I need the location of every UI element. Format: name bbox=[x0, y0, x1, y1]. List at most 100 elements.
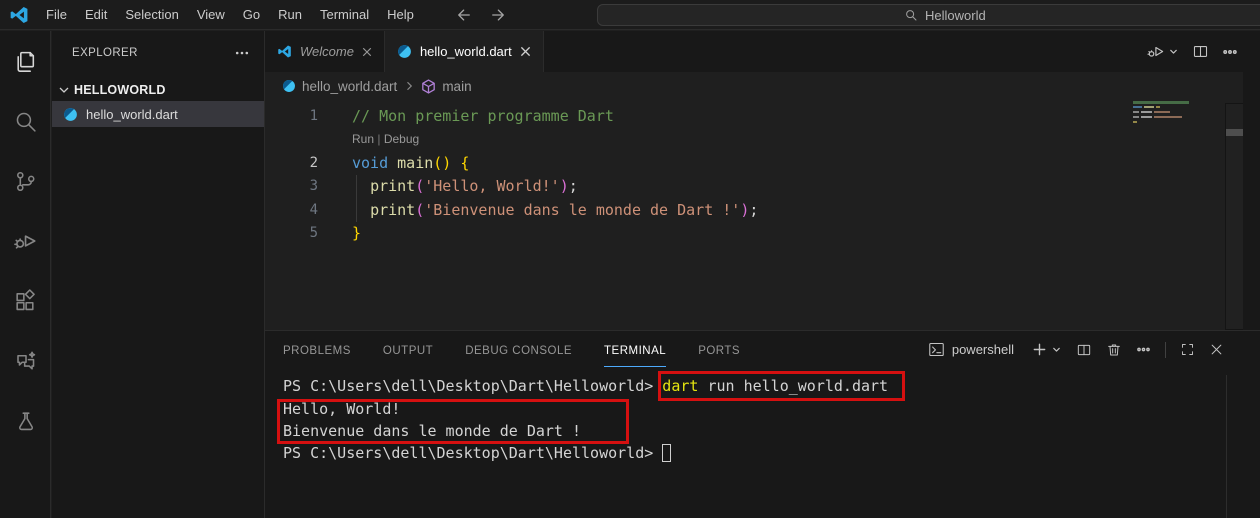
minimap[interactable] bbox=[1133, 101, 1203, 125]
shell-name: powershell bbox=[951, 342, 1014, 357]
menu-selection[interactable]: Selection bbox=[116, 7, 187, 22]
code-token: void bbox=[352, 153, 389, 172]
explorer-more-actions-icon[interactable] bbox=[234, 45, 250, 61]
panel-tab-ports[interactable]: PORTS bbox=[698, 336, 740, 367]
activity-run-debug-icon[interactable] bbox=[0, 211, 51, 271]
menu-file[interactable]: File bbox=[37, 7, 76, 22]
menu-help[interactable]: Help bbox=[378, 7, 423, 22]
terminal-text: dart bbox=[662, 377, 699, 396]
editor-scrollbar[interactable] bbox=[1225, 103, 1243, 330]
activity-chat-icon[interactable] bbox=[0, 331, 51, 391]
menu-run[interactable]: Run bbox=[269, 7, 311, 22]
indent-guide bbox=[356, 175, 357, 222]
terminal-text: run hello_world.dart bbox=[698, 377, 889, 396]
scrollbar-thumb[interactable] bbox=[1226, 129, 1243, 136]
activity-extensions-icon[interactable] bbox=[0, 271, 51, 331]
dart-file-icon bbox=[398, 45, 411, 58]
code-token: // Mon premier programme Dart bbox=[352, 106, 614, 125]
codelens-debug[interactable]: Debug bbox=[384, 132, 419, 146]
code-token: main bbox=[397, 153, 434, 172]
code-token: ( bbox=[415, 200, 425, 219]
code-text: void main() { bbox=[318, 154, 469, 172]
panel-tab-terminal[interactable]: TERMINAL bbox=[604, 336, 667, 367]
plus-icon bbox=[1033, 343, 1046, 356]
breadcrumb: hello_world.dart main bbox=[265, 72, 1243, 100]
bottom-panel: PROBLEMS OUTPUT DEBUG CONSOLE TERMINAL PORTS… bbox=[265, 330, 1260, 518]
code-line-4: 4 print('Bienvenue dans le monde de Dart… bbox=[265, 198, 1243, 222]
terminal-scrollbar[interactable] bbox=[1226, 375, 1227, 518]
close-panel-icon[interactable] bbox=[1209, 342, 1224, 357]
code-token: ) bbox=[559, 177, 569, 196]
history-navigation bbox=[455, 6, 507, 24]
forward-arrow-icon[interactable] bbox=[489, 6, 507, 24]
terminal-instance[interactable]: powershell bbox=[928, 341, 1014, 358]
terminal-line-3: Bienvenue dans le monde de Dart ! bbox=[283, 420, 888, 442]
breadcrumb-symbol[interactable]: main bbox=[442, 79, 471, 94]
terminal-line-4: PS C:\Users\dell\Desktop\Dart\Helloworld… bbox=[283, 442, 888, 464]
tab-welcome[interactable]: Welcome bbox=[265, 31, 385, 72]
command-center-search[interactable]: Helloworld bbox=[597, 4, 1260, 26]
activity-explorer-icon[interactable] bbox=[0, 31, 51, 91]
maximize-panel-icon[interactable] bbox=[1180, 342, 1195, 357]
search-value: Helloworld bbox=[925, 7, 986, 23]
breadcrumb-file[interactable]: hello_world.dart bbox=[302, 79, 397, 94]
code-token: } bbox=[352, 224, 362, 243]
terminal-text: Hello, World! bbox=[283, 399, 401, 418]
file-name: hello_world.dart bbox=[86, 106, 178, 122]
file-hello-world-dart[interactable]: hello_world.dart bbox=[52, 101, 264, 127]
codelens-separator: | bbox=[374, 132, 384, 147]
menu-terminal[interactable]: Terminal bbox=[311, 7, 378, 22]
line-number: 1 bbox=[309, 107, 318, 124]
back-arrow-icon[interactable] bbox=[455, 6, 473, 24]
codelens-run[interactable]: Run bbox=[352, 132, 374, 146]
panel-tab-problems[interactable]: PROBLEMS bbox=[283, 336, 351, 367]
panel-tab-debug-console[interactable]: DEBUG CONSOLE bbox=[465, 336, 572, 367]
folder-helloworld[interactable]: HELLOWORLD bbox=[52, 79, 264, 101]
code-text: print('Bienvenue dans le monde de Dart !… bbox=[318, 201, 758, 219]
code-token: ; bbox=[568, 177, 578, 196]
vscode-logo-icon bbox=[10, 6, 28, 23]
panel-header: PROBLEMS OUTPUT DEBUG CONSOLE TERMINAL PORTS… bbox=[265, 331, 1260, 368]
more-actions-icon[interactable] bbox=[1222, 44, 1238, 60]
activity-search-icon[interactable] bbox=[0, 91, 51, 151]
editor-tab-bar: Welcome hello_world.dart bbox=[265, 31, 1260, 72]
code-editor[interactable]: 1 // Mon premier programme Dart Run | Debu… bbox=[265, 100, 1243, 330]
run-or-debug-button[interactable] bbox=[1146, 42, 1179, 61]
activity-source-control-icon[interactable] bbox=[0, 151, 51, 211]
menu-view[interactable]: View bbox=[188, 7, 234, 22]
tab-label: hello_world.dart bbox=[419, 44, 512, 59]
code-token: 'Bienvenue dans le monde de Dart !' bbox=[424, 200, 741, 219]
code-token: print bbox=[370, 177, 416, 196]
panel-tab-output[interactable]: OUTPUT bbox=[383, 336, 433, 367]
folder-name: HELLOWORLD bbox=[74, 83, 166, 97]
terminal-text: PS C:\Users\dell\Desktop\Dart\Helloworld… bbox=[283, 444, 663, 463]
menu-go[interactable]: Go bbox=[234, 7, 269, 22]
code-token: ) bbox=[740, 200, 750, 219]
tab-hello-world-dart[interactable]: hello_world.dart bbox=[384, 31, 544, 72]
terminal-content[interactable]: PS C:\Users\dell\Desktop\Dart\Helloworld… bbox=[283, 375, 888, 465]
more-actions-icon[interactable] bbox=[1136, 342, 1151, 357]
close-tab-icon[interactable] bbox=[520, 46, 531, 57]
activity-testing-icon[interactable] bbox=[0, 391, 51, 451]
activity-bar bbox=[0, 31, 51, 518]
split-terminal-icon[interactable] bbox=[1076, 342, 1092, 358]
code-line-1: 1 // Mon premier programme Dart bbox=[265, 104, 1243, 128]
code-text: } bbox=[318, 224, 361, 242]
close-tab-icon[interactable] bbox=[362, 47, 372, 57]
powershell-terminal-icon bbox=[929, 342, 944, 357]
terminal-line-2: Hello, World! bbox=[283, 397, 888, 419]
code-token: 'Hello, World!' bbox=[424, 177, 560, 196]
title-bar: File Edit Selection View Go Run Terminal Help H… bbox=[0, 0, 1260, 30]
split-editor-icon[interactable] bbox=[1192, 43, 1209, 60]
search-icon bbox=[906, 10, 917, 21]
kill-terminal-trash-icon[interactable] bbox=[1106, 342, 1122, 358]
code-token: print bbox=[370, 200, 416, 219]
line-number: 3 bbox=[309, 178, 318, 195]
new-terminal-button[interactable] bbox=[1032, 342, 1062, 357]
explorer-sidebar: EXPLORER HELLOWORLD hello_world.dart bbox=[52, 31, 265, 518]
symbol-method-icon bbox=[422, 78, 436, 94]
menu-edit[interactable]: Edit bbox=[76, 7, 116, 22]
